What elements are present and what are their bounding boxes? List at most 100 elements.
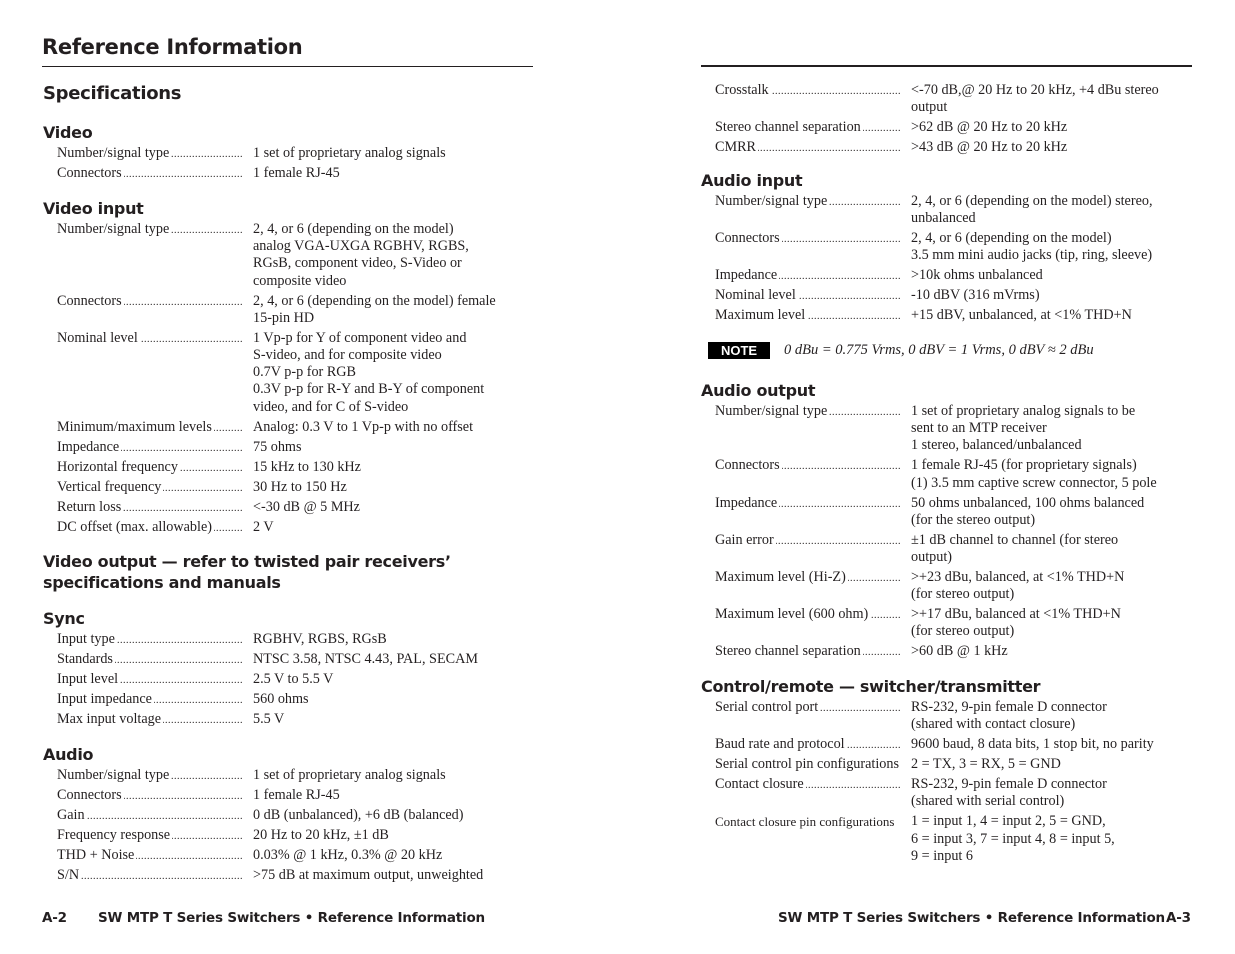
left-page: Reference Information Specifications Vid… — [0, 0, 617, 954]
spec-label: Nominal level — [701, 287, 911, 304]
spec-label: Maximum level — [701, 307, 911, 324]
spec-value-line: 1 set of proprietary analog signals to b… — [911, 403, 1136, 419]
spec-label: CMRR — [701, 139, 911, 156]
section-video-output: Video output — refer to twisted pair rec… — [43, 551, 563, 593]
spec-value-line: 9 = input 6 — [911, 847, 973, 864]
spec-label-text: Maximum level (Hi-Z) — [715, 569, 848, 586]
note-badge: NOTE — [708, 342, 770, 359]
spec-label: Input level — [43, 671, 253, 688]
spec-row: Contact closure pin configurations 1 = in… — [701, 813, 1221, 865]
specifications-heading: Specifications — [43, 83, 182, 104]
spec-label-text: Vertical frequency — [57, 478, 164, 495]
spec-label: Gain — [43, 807, 253, 824]
spec-value: 1 = input 1, 4 = input 2, 5 = GND, 6 = in… — [911, 813, 1221, 865]
spec-row: Minimum/maximum levels Analog: 0.3 V to 1… — [43, 418, 543, 436]
spec-value: -10 dBV (316 mVrms) — [911, 287, 1201, 304]
spec-label-text: Frequency response — [57, 827, 173, 843]
spec-label-text: Gain — [57, 807, 87, 823]
spec-value: Analog: 0.3 V to 1 Vp-p with no offset — [253, 419, 543, 436]
spec-label: Maximum level (Hi-Z) — [701, 569, 911, 603]
spec-label: Number/signal type — [701, 403, 911, 455]
spec-value-line: 2, 4, or 6 (depending on the model) — [911, 230, 1112, 247]
spec-row: Connectors 1 female RJ-45 (for proprietar… — [701, 457, 1201, 491]
spec-row: Impedance 50 ohms unbalanced, 100 ohms ba… — [701, 494, 1201, 529]
spec-value-line: 1 Vp-p for Y of component video and — [253, 329, 467, 346]
footer-page-number: A-3 — [1166, 910, 1191, 926]
spec-value-line: RS-232, 9-pin female D connector — [911, 776, 1107, 793]
spec-value-line: 15 kHz to 130 kHz — [253, 458, 361, 475]
spec-value-line: <-30 dB @ 5 MHz — [253, 498, 360, 515]
spec-label-text: Number/signal type — [715, 403, 830, 419]
spec-value: <-30 dB @ 5 MHz — [253, 499, 543, 516]
spec-label-text: Number/signal type — [57, 145, 172, 161]
spec-label: Number/signal type — [701, 193, 911, 227]
section-heading: Audio — [43, 745, 94, 764]
spec-label-text: Number/signal type — [715, 193, 830, 209]
spec-row: Maximum level +15 dBV, unbalanced, at <1%… — [701, 307, 1201, 324]
spec-label: Connectors — [43, 165, 253, 182]
spec-value-line: >75 dB at maximum output, unweighted — [253, 867, 484, 883]
spec-value: ±1 dB channel to channel (for stereo outp… — [911, 532, 1201, 566]
spec-value-line: S-video, and for composite video — [253, 347, 442, 364]
spec-label-text: Connectors — [57, 292, 124, 309]
spec-row: Gain error ±1 dB channel to channel (for … — [701, 531, 1201, 566]
spec-value-line: 2 V — [253, 518, 274, 535]
section-video: Video Number/signal type 1 set of proprie… — [43, 122, 543, 185]
spec-row: Contact closure RS-232, 9-pin female D co… — [701, 776, 1221, 810]
spec-value: RS-232, 9-pin female D connector (shared … — [911, 776, 1221, 810]
spec-label: Stereo channel separation — [701, 119, 911, 136]
spec-row: Return loss <-30 dB @ 5 MHz — [43, 498, 543, 516]
spec-value: 15 kHz to 130 kHz — [253, 459, 543, 476]
spec-label: Connectors — [701, 457, 911, 491]
spec-value-line: (for stereo output) — [911, 586, 1015, 603]
spec-label: S/N — [43, 867, 253, 884]
spec-value-line: composite video — [253, 272, 347, 289]
spec-value-line: (shared with serial control) — [911, 793, 1065, 810]
spec-value: >+23 dBu, balanced, at <1% THD+N (for ste… — [911, 569, 1201, 603]
spec-value-line: unbalanced — [911, 210, 976, 227]
spec-value-line: 2.5 V to 5.5 V — [253, 671, 334, 687]
spec-value: 2 = TX, 3 = RX, 5 = GND — [911, 756, 1221, 773]
spec-value-line: sent to an MTP receiver — [911, 420, 1047, 437]
spec-value: >43 dB @ 20 Hz to 20 kHz — [911, 139, 1201, 156]
spec-value-line: output) — [911, 549, 952, 566]
spec-value-line: 560 ohms — [253, 691, 309, 707]
section-audio-continued: Crosstalk <-70 dB,@ 20 Hz to 20 kHz, +4 d… — [701, 82, 1201, 159]
spec-value-line: 1 female RJ-45 — [253, 165, 340, 181]
section-heading: Control/remote — switcher/transmitter — [701, 677, 1041, 696]
spec-label-text: Number/signal type — [57, 221, 172, 237]
spec-label-text: Contact closure pin configurations — [715, 814, 897, 830]
spec-value: 9600 baud, 8 data bits, 1 stop bit, no p… — [911, 736, 1221, 753]
spec-value-line: >+23 dBu, balanced, at <1% THD+N — [911, 569, 1125, 586]
spec-label-text: Contact closure — [715, 776, 806, 793]
spec-value: 2, 4, or 6 (depending on the model) ster… — [911, 193, 1201, 227]
spec-label-text: Connectors — [57, 787, 124, 803]
spec-label: Connectors — [43, 787, 253, 804]
spec-value: 2, 4, or 6 (depending on the model) 3.5 m… — [911, 230, 1201, 264]
spec-label: Max input voltage — [43, 711, 253, 728]
spec-label-text: Input level — [57, 671, 121, 687]
spec-label: Standards — [43, 651, 253, 668]
spec-label-text: Maximum level (600 ohm) — [715, 606, 871, 623]
spec-value-line: >43 dB @ 20 Hz to 20 kHz — [911, 139, 1068, 156]
spec-value-line: 1 set of proprietary analog signals — [253, 767, 446, 783]
spec-label-text: Baud rate and protocol — [715, 736, 847, 753]
spec-value-line: >62 dB @ 20 Hz to 20 kHz — [911, 119, 1068, 136]
spec-value-line: 30 Hz to 150 Hz — [253, 478, 347, 495]
spec-row: Input level 2.5 V to 5.5 V — [43, 671, 543, 688]
spec-row: CMRR >43 dB @ 20 Hz to 20 kHz — [701, 139, 1201, 156]
spec-label-text: Standards — [57, 651, 115, 667]
spec-label-text: Serial control pin configurations — [715, 756, 902, 773]
spec-row: Number/signal type 2, 4, or 6 (depending … — [43, 221, 543, 290]
spec-value-line: 9600 baud, 8 data bits, 1 stop bit, no p… — [911, 736, 1154, 753]
spec-value: 0 dB (unbalanced), +6 dB (balanced) — [253, 807, 543, 824]
dot-leader — [57, 867, 243, 884]
spec-value-line: >10k ohms unbalanced — [911, 267, 1043, 284]
spec-label-text: Minimum/maximum levels — [57, 418, 214, 435]
spec-value: >60 dB @ 1 kHz — [911, 643, 1201, 660]
spec-value-line: 0 dB (unbalanced), +6 dB (balanced) — [253, 807, 464, 823]
spec-value-line: output — [911, 99, 948, 116]
spec-label-text: Input type — [57, 631, 117, 647]
spec-label: Contact closure — [701, 776, 911, 810]
spec-value: 30 Hz to 150 Hz — [253, 479, 543, 496]
